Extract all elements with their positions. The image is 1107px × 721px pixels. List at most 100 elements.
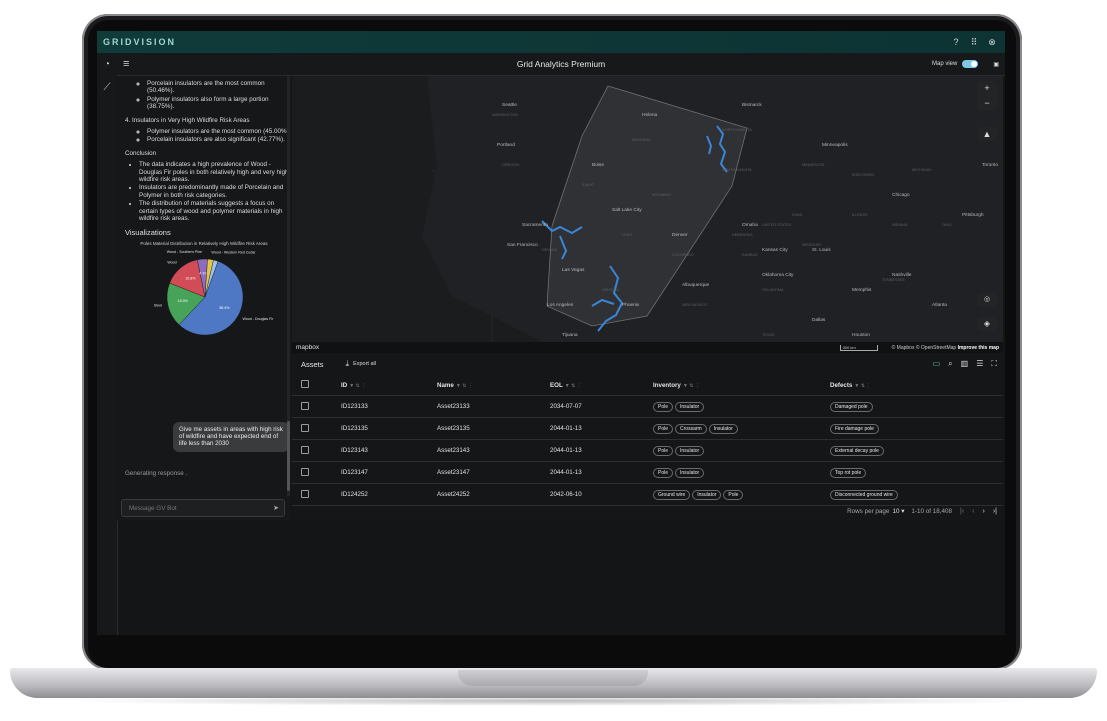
city-label: Las Vegas [562,267,585,273]
table-row[interactable]: ID123147 Asset23147 2044-01-13 Pole Insul… [292,461,1003,484]
inventory-chip[interactable]: Insulator [692,489,722,500]
density-icon[interactable]: ☰ [976,359,983,369]
3d-view-icon[interactable]: ◎ [977,293,997,307]
cell-defects: External decay pole [829,439,1003,462]
state-label: INDIANA [892,223,908,227]
city-label: Pittsburgh [962,212,984,218]
table-row[interactable]: ID123133 Asset23133 2034-07-07 Pole Insul… [292,395,1003,418]
defect-chip[interactable]: Damaged pole [830,401,873,412]
prev-page-icon[interactable]: ‹ [972,508,974,515]
visualizations-heading: Visualizations [125,227,171,237]
page-range: 1-10 of 18,408 [911,507,952,515]
defect-chip[interactable]: Top rot pole [830,467,867,478]
chat-scrollbar-thumb[interactable] [287,421,290,491]
row-checkbox[interactable] [301,489,309,498]
row-checkbox[interactable] [301,445,309,454]
map-sync-icon[interactable]: ▭ [933,359,941,369]
user-account-icon[interactable]: ⊗ [987,37,997,47]
inventory-chip[interactable]: Ground wire [653,489,691,500]
message-input[interactable] [127,503,261,513]
defect-chip[interactable]: Disconnected ground wire [830,489,898,500]
cell-id: ID123143 [340,439,436,462]
column-name[interactable]: Name ▼ ⇅ ⋮ [436,375,549,396]
zoom-in-icon[interactable]: + [977,81,997,96]
dashboard-gauge-icon[interactable]: ◔ [97,59,117,70]
inventory-chip[interactable]: Insulator [675,401,705,412]
column-defects[interactable]: Defects ▼ ⇅ ⋮ [829,375,1003,396]
cell-name: Asset23133 [436,395,549,418]
panel-layout-icon[interactable]: ▣ [993,61,999,68]
table-tools: ▭ ⌕ ▥ ☰ ⛶ [933,359,997,369]
filter-sort-icon[interactable]: ▼ ⇅ ⋮ [565,383,582,389]
inventory-chip[interactable]: Pole [653,401,674,412]
analytics-trend-icon[interactable]: ⟋ [97,82,117,93]
layers-icon[interactable]: ◈ [977,317,997,331]
last-page-icon[interactable]: ›| [993,508,997,515]
apps-grid-icon[interactable]: ⠿ [969,37,979,47]
column-inventory[interactable]: Inventory ▼ ⇅ ⋮ [652,375,829,396]
pie-data-label: 15.8% [185,277,196,281]
inventory-chip[interactable]: Pole [653,423,674,434]
state-label: SOUTH DAKOTA [722,168,752,172]
inventory-chip[interactable]: Insulator [675,445,705,456]
map-view-toggle-group: Map view ▣ [932,60,999,68]
search-icon[interactable]: ⌕ [948,359,952,369]
table-row[interactable]: ID123143 Asset23143 2044-01-13 Pole Insul… [292,439,1003,462]
map[interactable]: Seattle Portland Boise Helena Bismarck Minnea… [292,76,1003,342]
inventory-chip[interactable]: Pole [653,445,674,456]
table-row[interactable]: ID123135 Asset23135 2044-01-13 Pole Cross… [292,417,1003,440]
row-checkbox[interactable] [301,467,309,476]
state-label: OKLAHOMA [762,288,784,292]
zoom-out-icon[interactable]: − [977,96,997,111]
chat-list-sec4: Polymer insulators are the most common (… [117,128,291,144]
filter-sort-icon[interactable]: ▼ ⇅ ⋮ [456,383,473,389]
city-label: San Francisco [507,242,538,248]
map-scale: 300 km [839,344,878,351]
pie-data-label: 19.0% [178,299,189,303]
defect-chip[interactable]: Fire damage pole [830,423,879,434]
column-label: ID [341,381,348,389]
fullscreen-icon[interactable]: ⛶ [991,359,997,369]
state-label: UTAH [622,233,632,237]
user-message-bubble: Give me assets in areas with high risk o… [173,422,289,452]
chat-text: Polymer insulators also form a large por… [147,96,291,111]
first-page-icon[interactable]: |‹ [960,508,964,515]
filter-sort-icon[interactable]: ▼ ⇅ ⋮ [854,383,871,389]
select-all-checkbox[interactable] [301,380,309,388]
assets-toolbar: Assets ⤓ Export all ▭ ⌕ ▥ ☰ ⛶ [292,353,1003,375]
cell-defects: Damaged pole [829,395,1003,418]
city-label: Atlanta [932,302,947,308]
column-label: Inventory [653,381,681,389]
column-eol[interactable]: EOL ▼ ⇅ ⋮ [549,375,652,396]
hamburger-menu-icon[interactable]: ≡ [123,58,135,70]
rows-per-page-select[interactable]: 10 ▾ [892,508,904,515]
columns-icon[interactable]: ▥ [961,359,969,369]
pie-slice-label: Wood - Douglas Fir [242,317,274,321]
attribution-text[interactable]: © Mapbox © OpenStreetMap [892,345,957,351]
send-icon[interactable]: ➤ [273,504,279,512]
export-all-button[interactable]: ⤓ Export all [346,359,376,369]
map-view-toggle[interactable] [962,60,979,68]
filter-sort-icon[interactable]: ▼ ⇅ ⋮ [349,383,366,389]
state-label: IOWA [792,213,802,217]
next-page-icon[interactable]: › [983,508,985,515]
inventory-chip[interactable]: Insulator [675,467,705,478]
inventory-chip[interactable]: Pole [653,467,674,478]
city-label: Denver [672,232,688,238]
compass-icon[interactable]: ▲ [977,127,997,141]
city-label: Tijuana [562,332,578,338]
city-label: Albuquerque [682,282,710,288]
filter-sort-icon[interactable]: ▼ ⇅ ⋮ [683,383,700,389]
inventory-chip[interactable]: Insulator [708,423,738,434]
inventory-chip[interactable]: Pole [723,489,744,500]
defect-chip[interactable]: External decay pole [830,445,884,456]
export-label: Export all [353,361,376,367]
row-checkbox[interactable] [301,401,309,410]
help-icon[interactable]: ? [951,37,961,47]
map-canvas[interactable]: Seattle Portland Boise Helena Bismarck Minnea… [292,76,1003,342]
inventory-chip[interactable]: Crossarm [675,423,707,434]
improve-map-link[interactable]: Improve this map [958,345,999,351]
row-checkbox[interactable] [301,423,309,432]
column-id[interactable]: ID ▼ ⇅ ⋮ [340,375,436,396]
cell-name: Asset23147 [436,461,549,484]
